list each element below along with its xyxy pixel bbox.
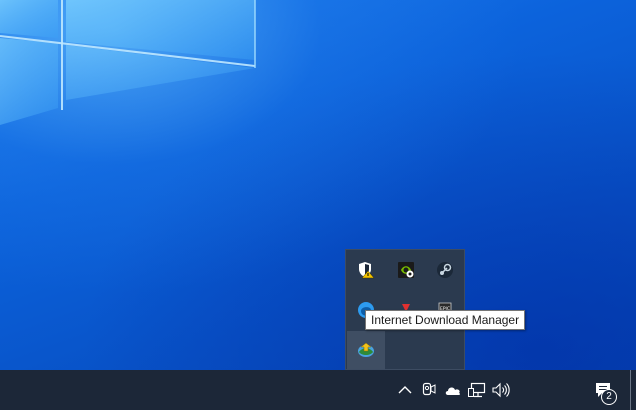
network-icon[interactable] [467, 370, 487, 410]
chevron-up-icon[interactable] [396, 370, 414, 410]
notification-count-badge: 2 [601, 389, 617, 405]
desktop-background [0, 0, 636, 370]
tooltip: Internet Download Manager [365, 310, 526, 330]
onedrive-cloud-icon[interactable] [443, 370, 463, 410]
meet-now-icon[interactable] [420, 370, 438, 410]
volume-icon[interactable] [491, 370, 511, 410]
windows-security-warning-icon[interactable] [347, 251, 385, 289]
show-desktop-button[interactable] [630, 370, 631, 410]
taskbar [0, 370, 636, 410]
windows-logo-wallpaper-icon [0, 0, 256, 125]
internet-download-manager-icon[interactable] [347, 331, 385, 369]
steam-icon[interactable] [426, 251, 464, 289]
nvidia-geforce-icon[interactable] [387, 251, 425, 289]
